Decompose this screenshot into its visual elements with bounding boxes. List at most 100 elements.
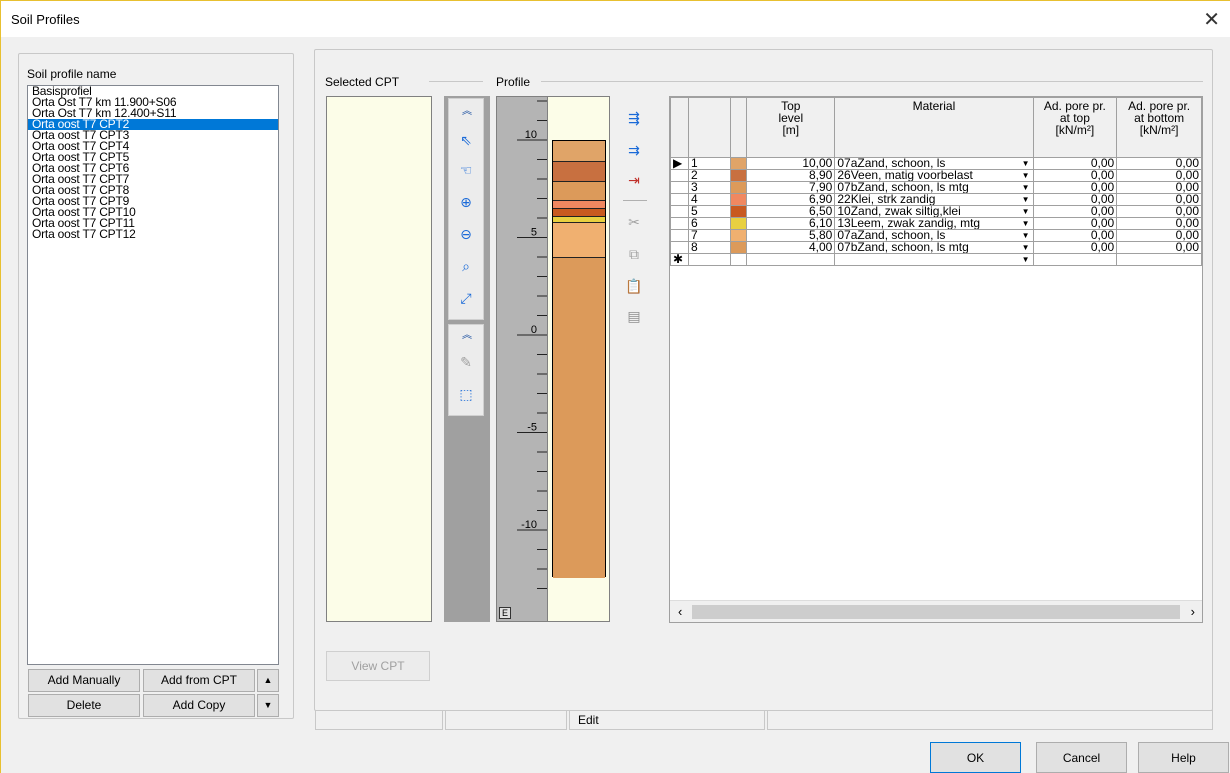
row-indicator[interactable]	[670, 181, 689, 194]
layers-grid[interactable]: Top level [m] Material Ad. pore pr. at top[…	[669, 96, 1203, 623]
pore-bottom-cell[interactable]: 0,00	[1116, 193, 1202, 206]
material-cell[interactable]: 22Klei, strk zandig ▼	[834, 193, 1034, 206]
pore-bottom-cell[interactable]: 0,00	[1116, 217, 1202, 230]
pore-top-cell[interactable]: 0,00	[1032, 229, 1118, 242]
pan-hand-icon[interactable]: ☜	[456, 159, 476, 181]
material-cell[interactable]: 07bZand, schoon, ls mtg ▼	[834, 241, 1034, 254]
zoom-in-icon[interactable]: ⊕	[456, 191, 476, 213]
horizontal-scrollbar[interactable]: ‹ ›	[670, 600, 1202, 622]
cancel-button[interactable]: Cancel	[1036, 742, 1127, 773]
material-color-swatch[interactable]	[730, 241, 748, 254]
material-cell[interactable]: 07aZand, schoon, ls ▼	[834, 229, 1034, 242]
material-cell[interactable]: 07aZand, schoon, ls ▼	[834, 157, 1034, 170]
row-indicator[interactable]	[670, 241, 689, 254]
new-row-cell[interactable]	[1116, 253, 1202, 266]
row-indicator[interactable]	[670, 229, 689, 242]
row-number[interactable]: 1	[687, 157, 732, 170]
material-cell[interactable]: 10Zand, zwak siltig,klei ▼	[834, 205, 1034, 218]
dropdown-arrow-icon[interactable]: ▼	[1022, 243, 1030, 253]
pore-top-cell[interactable]: 0,00	[1032, 157, 1118, 170]
table-row[interactable]: 2 8,90 26Veen, matig voorbelast ▼ 0,00 0,00	[670, 169, 1202, 182]
help-button[interactable]: Help	[1138, 742, 1229, 773]
select-region-icon[interactable]: ⬚	[456, 383, 476, 405]
pore-top-cell[interactable]: 0,00	[1032, 193, 1118, 206]
delete-row-icon[interactable]: ⇥	[624, 169, 644, 191]
pore-bottom-cell[interactable]: 0,00	[1116, 229, 1202, 242]
row-number[interactable]: 4	[687, 193, 732, 206]
scroll-left-icon[interactable]: ‹	[678, 604, 682, 619]
top-level-cell[interactable]: 10,00	[746, 157, 836, 170]
material-color-swatch[interactable]	[730, 229, 748, 242]
add-row-icon[interactable]: ⇉	[624, 139, 644, 161]
new-row-cell[interactable]	[1032, 253, 1118, 266]
table-row[interactable]: 5 6,50 10Zand, zwak siltig,klei ▼ 0,00 0,00	[670, 205, 1202, 218]
dropdown-arrow-icon[interactable]: ▼	[1022, 207, 1030, 217]
pore-bottom-cell[interactable]: 0,00	[1116, 157, 1202, 170]
insert-row-icon[interactable]: ⇶	[624, 107, 644, 129]
pore-top-cell[interactable]: 0,00	[1032, 169, 1118, 182]
paste-icon[interactable]: 📋	[624, 275, 644, 297]
material-cell[interactable]: 26Veen, matig voorbelast ▼	[834, 169, 1034, 182]
top-level-cell[interactable]: 6,50	[746, 205, 836, 218]
pore-bottom-cell[interactable]: 0,00	[1116, 181, 1202, 194]
top-level-cell[interactable]: 6,10	[746, 217, 836, 230]
grid-header-top-level[interactable]: Top level [m]	[746, 97, 836, 158]
row-number[interactable]: 6	[687, 217, 732, 230]
dropdown-arrow-icon[interactable]: ▼	[1022, 255, 1030, 265]
add-manually-button[interactable]: Add Manually	[28, 669, 140, 692]
new-row-cell[interactable]	[730, 253, 748, 266]
table-row[interactable]: 3 7,90 07bZand, schoon, ls mtg ▼ 0,00 0,00	[670, 181, 1202, 194]
row-indicator[interactable]: ▶	[670, 157, 689, 170]
collapse-edit-icon[interactable]: ︽	[457, 325, 477, 347]
row-number[interactable]: 2	[687, 169, 732, 182]
layers-table[interactable]: Top level [m] Material Ad. pore pr. at top[…	[670, 97, 1202, 266]
profile-list-item[interactable]: Orta oost T7 CPT12	[28, 228, 278, 240]
collapse-icon[interactable]: ︽	[457, 101, 477, 123]
scroll-right-icon[interactable]: ›	[1191, 604, 1195, 619]
material-color-swatch[interactable]	[730, 205, 748, 218]
pore-top-cell[interactable]: 0,00	[1032, 205, 1118, 218]
new-row-cell[interactable]	[746, 253, 836, 266]
scroll-thumb[interactable]	[692, 605, 1180, 619]
material-color-swatch[interactable]	[730, 169, 748, 182]
profile-list[interactable]: Basisprofiel Orta Ost T7 km 11.900+S06 Ort…	[27, 85, 279, 665]
row-indicator[interactable]	[670, 217, 689, 230]
material-color-swatch[interactable]	[730, 217, 748, 230]
row-indicator[interactable]	[670, 169, 689, 182]
dropdown-arrow-icon[interactable]: ▼	[1022, 231, 1030, 241]
dropdown-arrow-icon[interactable]: ▼	[1022, 171, 1030, 181]
top-level-cell[interactable]: 8,90	[746, 169, 836, 182]
row-number[interactable]: 5	[687, 205, 732, 218]
close-icon[interactable]: ✕	[1203, 7, 1220, 32]
pore-top-cell[interactable]: 0,00	[1032, 217, 1118, 230]
table-row[interactable]: 4 6,90 22Klei, strk zandig ▼ 0,00 0,00	[670, 193, 1202, 206]
pore-bottom-cell[interactable]: 0,00	[1116, 205, 1202, 218]
new-material-cell[interactable]: ▼	[834, 253, 1034, 266]
pore-bottom-cell[interactable]: 0,00	[1116, 169, 1202, 182]
material-color-swatch[interactable]	[730, 181, 748, 194]
top-level-cell[interactable]: 6,90	[746, 193, 836, 206]
table-row[interactable]: 8 4,00 07bZand, schoon, ls mtg ▼ 0,00 0,00	[670, 241, 1202, 254]
zoom-out-icon[interactable]: ⊖	[456, 223, 476, 245]
row-number[interactable]: 7	[687, 229, 732, 242]
grid-header-material[interactable]: Material	[834, 97, 1034, 158]
row-number[interactable]: 8	[687, 241, 732, 254]
row-indicator[interactable]	[670, 193, 689, 206]
material-cell[interactable]: 13Leem, zwak zandig, mtg ▼	[834, 217, 1034, 230]
table-row[interactable]: 7 5,80 07aZand, schoon, ls ▼ 0,00 0,00	[670, 229, 1202, 242]
table-row[interactable]: 6 6,10 13Leem, zwak zandig, mtg ▼ 0,00 0,00	[670, 217, 1202, 230]
new-row[interactable]: ✱ ▼	[670, 253, 1202, 266]
row-number[interactable]: 3	[687, 181, 732, 194]
new-row-marker[interactable]: ✱	[670, 253, 689, 266]
ok-button[interactable]: OK	[930, 742, 1021, 773]
move-down-button[interactable]: ▼	[257, 694, 279, 717]
dropdown-arrow-icon[interactable]: ▼	[1022, 219, 1030, 229]
move-up-button[interactable]: ▲	[257, 669, 279, 692]
measure-icon[interactable]: ⤢	[456, 287, 476, 309]
material-cell[interactable]: 07bZand, schoon, ls mtg ▼	[834, 181, 1034, 194]
top-level-cell[interactable]: 4,00	[746, 241, 836, 254]
pore-top-cell[interactable]: 0,00	[1032, 241, 1118, 254]
top-level-cell[interactable]: 5,80	[746, 229, 836, 242]
new-row-cell[interactable]	[687, 253, 732, 266]
top-level-cell[interactable]: 7,90	[746, 181, 836, 194]
